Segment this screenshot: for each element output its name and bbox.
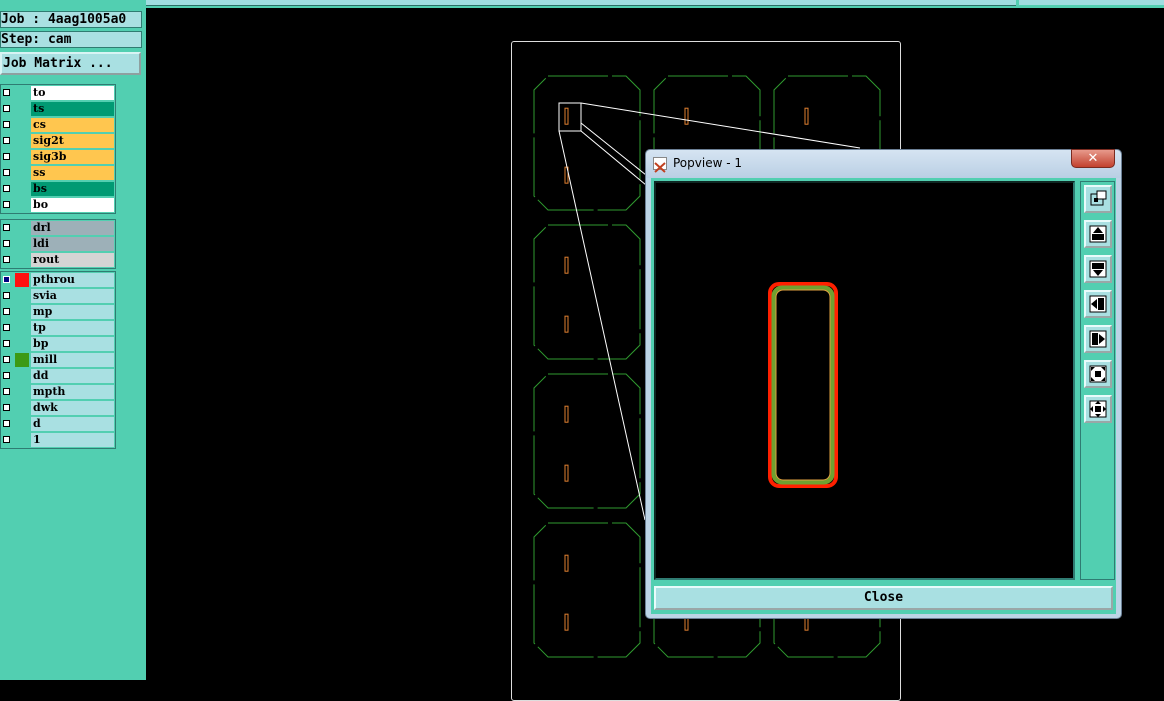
- slot-pad: [564, 554, 569, 572]
- zoom-line-mid: [580, 122, 647, 176]
- pan-down-icon: [1089, 260, 1107, 278]
- zoom-out-icon: [1089, 365, 1107, 383]
- panel-outline: [533, 522, 641, 658]
- pan-up-icon: [1089, 225, 1107, 243]
- zoom-line-mid2: [580, 130, 647, 186]
- window-close-button[interactable]: ✕: [1071, 149, 1115, 168]
- zoom-in-button[interactable]: [1084, 395, 1112, 423]
- pad-orange-outline: [775, 289, 831, 481]
- slot-pad: [564, 405, 569, 423]
- zoom-out-button[interactable]: [1084, 360, 1112, 388]
- zoom-fit-icon: [1090, 190, 1107, 206]
- slot-pad: [564, 107, 569, 125]
- zoom-fit-button[interactable]: [1084, 185, 1112, 213]
- pan-down-button[interactable]: [1084, 255, 1112, 283]
- popview-window: Popview - 1 ✕ Close: [645, 149, 1122, 619]
- slot-pad: [564, 613, 569, 631]
- pad-red-outline: [768, 282, 838, 488]
- slot-pad: [564, 315, 569, 333]
- pan-up-button[interactable]: [1084, 220, 1112, 248]
- slot-pad: [684, 107, 689, 125]
- popview-graphic-view[interactable]: [654, 181, 1075, 580]
- zoom-line-bottom: [558, 130, 646, 521]
- popview-titlebar[interactable]: Popview - 1 ✕: [646, 149, 1121, 178]
- pad-green-outline: [771, 285, 835, 485]
- pan-left-icon: [1089, 295, 1107, 313]
- app-icon: [653, 157, 667, 173]
- panel-outline: [533, 75, 641, 211]
- zoom-region-box: [558, 102, 582, 132]
- popview-toolbar: [1080, 181, 1115, 580]
- pan-right-button[interactable]: [1084, 325, 1112, 353]
- popview-client: Close: [651, 178, 1116, 614]
- pan-left-button[interactable]: [1084, 290, 1112, 318]
- popview-close-button[interactable]: Close: [654, 586, 1113, 610]
- slot-pad: [804, 107, 809, 125]
- zoom-line-top: [580, 102, 861, 149]
- slot-pad: [564, 256, 569, 274]
- popview-title: Popview - 1: [673, 156, 742, 170]
- zoom-in-icon: [1089, 400, 1107, 418]
- panel-outline: [533, 373, 641, 509]
- pan-right-icon: [1089, 330, 1107, 348]
- panel-outline: [533, 224, 641, 360]
- slot-pad: [564, 464, 569, 482]
